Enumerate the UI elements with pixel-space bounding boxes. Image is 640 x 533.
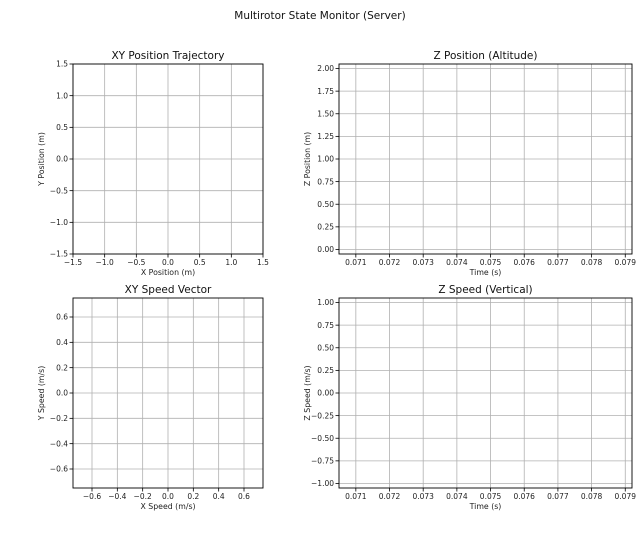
subplot-z-position: 0.071 0.072 0.073 0.074 0.075 0.076 0.077 0.078… [303, 50, 636, 277]
xy-speed-xtick-label: −0.4 [108, 492, 126, 501]
z-speed-ytick-label: 0.00 [317, 389, 334, 398]
xy-speed-ytick-label: 0.0 [56, 389, 68, 398]
xy-position-xtick-label: −1.0 [96, 258, 114, 267]
z-position-ytick-label: 1.25 [317, 132, 334, 141]
xy-speed-xtick-label: 0.0 [162, 492, 174, 501]
z-position-xtick-label: 0.079 [615, 258, 637, 267]
xy-position-ytick-label: −0.5 [50, 186, 68, 195]
xy-speed-xlabel: X Speed (m/s) [140, 502, 195, 511]
xy-position-xtick-label: 0.5 [194, 258, 206, 267]
z-position-ylabel: Z Position (m) [303, 132, 312, 186]
z-position-xtick-label: 0.074 [446, 258, 468, 267]
xy-speed-ytick-label: 0.4 [56, 338, 68, 347]
figure-suptitle: Multirotor State Monitor (Server) [234, 10, 405, 22]
z-speed-xtick-label: 0.071 [345, 492, 367, 501]
xy-position-xtick-label: 0.0 [162, 258, 174, 267]
xy-position-ylabel: Y Position (m) [37, 132, 46, 187]
xy-position-xtick-label: 1.5 [257, 258, 269, 267]
z-speed-ylabel: Z Speed (m/s) [303, 365, 312, 420]
z-position-ytick-label: 0.00 [317, 245, 334, 254]
z-position-xtick-label: 0.078 [581, 258, 603, 267]
z-position-ytick-label: 1.00 [317, 155, 334, 164]
z-speed-ytick-label: 0.75 [317, 321, 334, 330]
subplot-grid: −1.5 −1.0 −0.5 0.0 0.5 1.0 1.5−1.5−1.0−0.50.00… [37, 50, 636, 511]
z-speed-xtick-label: 0.074 [446, 492, 468, 501]
xy-speed-ytick-label: 0.6 [56, 313, 68, 322]
z-position-ytick-label: 2.00 [317, 64, 334, 73]
xy-position-ytick-label: 0.0 [56, 155, 68, 164]
xy-position-xtick-label: −0.5 [127, 258, 145, 267]
z-position-ytick-label: 0.75 [317, 177, 334, 186]
xy-position-ytick-label: 1.0 [56, 91, 68, 100]
z-position-xtick-label: 0.071 [345, 258, 367, 267]
z-position-ytick-label: 0.50 [317, 200, 334, 209]
xy-position-ytick-label: 0.5 [56, 123, 68, 132]
z-position-xtick-label: 0.075 [480, 258, 502, 267]
xy-speed-ytick-label: 0.2 [56, 363, 68, 372]
xy-speed-ytick-label: −0.4 [50, 439, 68, 448]
xy-speed-xtick-label: 0.6 [238, 492, 250, 501]
z-position-ytick-label: 1.50 [317, 109, 334, 118]
xy-position-ytick-label: −1.0 [50, 218, 68, 227]
xy-speed-title: XY Speed Vector [125, 284, 212, 296]
z-position-xtick-label: 0.076 [513, 258, 535, 267]
z-position-ytick-label: 0.25 [317, 223, 334, 232]
z-speed-xtick-label: 0.077 [547, 492, 569, 501]
xy-position-ytick-label: 1.5 [56, 60, 68, 69]
z-position-xtick-label: 0.077 [547, 258, 569, 267]
xy-position-xtick-label: 1.0 [225, 258, 237, 267]
z-position-xtick-label: 0.072 [379, 258, 401, 267]
xy-position-title: XY Position Trajectory [111, 50, 224, 62]
z-position-xlabel: Time (s) [469, 268, 502, 277]
xy-speed-ylabel: Y Speed (m/s) [37, 366, 46, 422]
z-speed-xtick-label: 0.078 [581, 492, 603, 501]
z-position-ytick-label: 1.75 [317, 87, 334, 96]
xy-speed-ytick-label: −0.6 [50, 465, 68, 474]
z-speed-title: Z Speed (Vertical) [438, 284, 532, 296]
z-speed-xtick-label: 0.075 [480, 492, 502, 501]
xy-speed-xtick-label: 0.4 [213, 492, 225, 501]
xy-speed-xtick-label: −0.2 [134, 492, 152, 501]
xy-position-xlabel: X Position (m) [141, 268, 195, 277]
xy-position-ytick-label: −1.5 [50, 250, 68, 259]
xy-position-xtick-label: −1.5 [64, 258, 82, 267]
z-speed-ytick-label: 1.00 [317, 298, 334, 307]
z-speed-ytick-label: −0.25 [311, 411, 334, 420]
xy-speed-ytick-label: −0.2 [50, 414, 68, 423]
z-speed-xtick-label: 0.076 [513, 492, 535, 501]
z-speed-xtick-label: 0.072 [379, 492, 401, 501]
xy-speed-xtick-label: 0.2 [187, 492, 199, 501]
z-speed-xlabel: Time (s) [469, 502, 502, 511]
z-speed-ytick-label: 0.25 [317, 366, 334, 375]
z-speed-ytick-label: −0.75 [311, 457, 334, 466]
subplot-xy-speed: −0.6 −0.4 −0.2 0.0 0.2 0.4 0.6 −0.6 −0.4 −0.2 0.0 0… [37, 284, 264, 511]
figure-canvas: Multirotor State Monitor (Server) −1.5 −1… [37, 10, 636, 511]
z-position-xtick-label: 0.073 [412, 258, 434, 267]
z-position-title: Z Position (Altitude) [434, 50, 538, 62]
xy-speed-xtick-label: −0.6 [83, 492, 101, 501]
subplot-z-speed: 0.071 0.072 0.073 0.074 0.075 0.076 0.077 0.078… [303, 284, 636, 511]
z-speed-xtick-label: 0.073 [412, 492, 434, 501]
z-speed-ytick-label: −1.00 [311, 479, 334, 488]
z-speed-ytick-label: −0.50 [311, 434, 334, 443]
subplot-xy-position: −1.5 −1.0 −0.5 0.0 0.5 1.0 1.5 −1.5 −1.0 −0.5 0.0 0… [37, 50, 269, 277]
z-speed-ytick-label: 0.50 [317, 343, 334, 352]
z-speed-xtick-label: 0.079 [615, 492, 637, 501]
